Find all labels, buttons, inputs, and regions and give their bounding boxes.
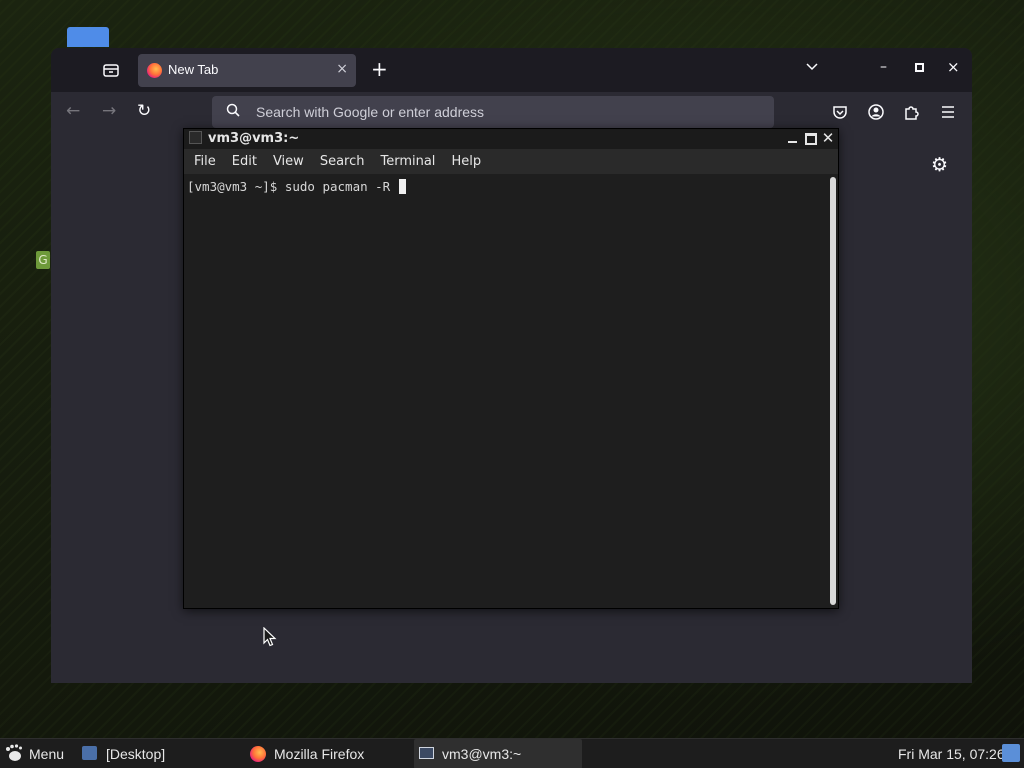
terminal-titlebar[interactable]: vm3@vm3:~ ✕	[184, 129, 838, 149]
extensions-icon[interactable]	[902, 103, 920, 121]
taskbar: Menu [Desktop] Mozilla Firefox vm3@vm3:~…	[0, 738, 1024, 768]
taskbar-item-firefox[interactable]: Mozilla Firefox	[246, 739, 406, 768]
taskbar-menu-button[interactable]: Menu	[0, 739, 70, 768]
menu-view[interactable]: View	[265, 149, 312, 174]
taskbar-item-label: vm3@vm3:~	[442, 746, 522, 762]
url-input[interactable]	[256, 102, 756, 122]
text-cursor	[398, 179, 406, 194]
terminal-prompt-line: [vm3@vm3 ~]$ sudo pacman -R	[187, 179, 406, 194]
taskbar-item-label: [Desktop]	[106, 746, 166, 762]
new-tab-button[interactable]: +	[371, 57, 388, 81]
tab-new-tab[interactable]: New Tab ×	[138, 54, 356, 87]
maximize-button[interactable]	[915, 63, 924, 72]
terminal-body[interactable]: [vm3@vm3 ~]$ sudo pacman -R	[184, 174, 838, 608]
menu-help[interactable]: Help	[443, 149, 489, 174]
terminal-maximize-button[interactable]	[803, 131, 817, 145]
terminal-title: vm3@vm3:~	[208, 131, 300, 146]
url-bar[interactable]	[212, 96, 774, 128]
taskbar-menu-label: Menu	[29, 746, 65, 762]
terminal-scrollbar[interactable]	[830, 177, 836, 605]
menu-file[interactable]: File	[186, 149, 224, 174]
terminal-app-icon	[189, 131, 202, 144]
tab-title: New Tab	[168, 62, 219, 77]
close-button[interactable]: ×	[947, 58, 960, 76]
firefox-view-icon[interactable]	[101, 60, 121, 80]
mouse-pointer-icon	[263, 627, 277, 647]
hamburger-menu-icon[interactable]	[939, 103, 957, 121]
gnome-foot-icon	[6, 744, 22, 761]
terminal-close-button[interactable]: ✕	[821, 131, 835, 146]
minimize-button[interactable]: –	[880, 59, 887, 75]
desktop-folder-icon[interactable]	[67, 27, 109, 47]
taskbar-clock[interactable]: Fri Mar 15, 07:26	[898, 746, 1005, 762]
menu-terminal[interactable]: Terminal	[372, 149, 443, 174]
desktop-badge: G	[36, 251, 50, 269]
terminal-window: vm3@vm3:~ ✕ File Edit View Search Termin…	[183, 128, 839, 609]
firefox-navbar: ← → ↻	[51, 92, 972, 132]
folder-icon[interactable]	[1002, 744, 1020, 762]
menu-search[interactable]: Search	[312, 149, 373, 174]
taskbar-item-label: Mozilla Firefox	[274, 746, 365, 762]
back-button[interactable]: ←	[66, 101, 80, 121]
terminal-icon	[419, 747, 434, 759]
account-icon[interactable]	[867, 103, 885, 121]
menu-edit[interactable]: Edit	[224, 149, 265, 174]
taskbar-item-desktop[interactable]: [Desktop]	[78, 739, 238, 768]
search-icon	[226, 103, 240, 117]
tab-close-icon[interactable]: ×	[336, 61, 348, 77]
reload-button[interactable]: ↻	[137, 101, 151, 121]
desktop-icon	[82, 746, 97, 760]
gear-icon[interactable]: ⚙	[931, 154, 948, 176]
firefox-icon	[250, 746, 266, 762]
terminal-minimize-button[interactable]	[785, 131, 799, 145]
terminal-menubar: File Edit View Search Terminal Help	[184, 149, 838, 174]
forward-button[interactable]: →	[102, 101, 116, 121]
chevron-down-icon[interactable]	[805, 60, 819, 74]
pocket-icon[interactable]	[831, 103, 849, 121]
firefox-tabbar: New Tab × + – ×	[51, 48, 972, 92]
taskbar-item-terminal[interactable]: vm3@vm3:~	[414, 739, 582, 768]
firefox-icon	[147, 63, 162, 78]
terminal-command-text: [vm3@vm3 ~]$ sudo pacman -R	[187, 179, 398, 194]
